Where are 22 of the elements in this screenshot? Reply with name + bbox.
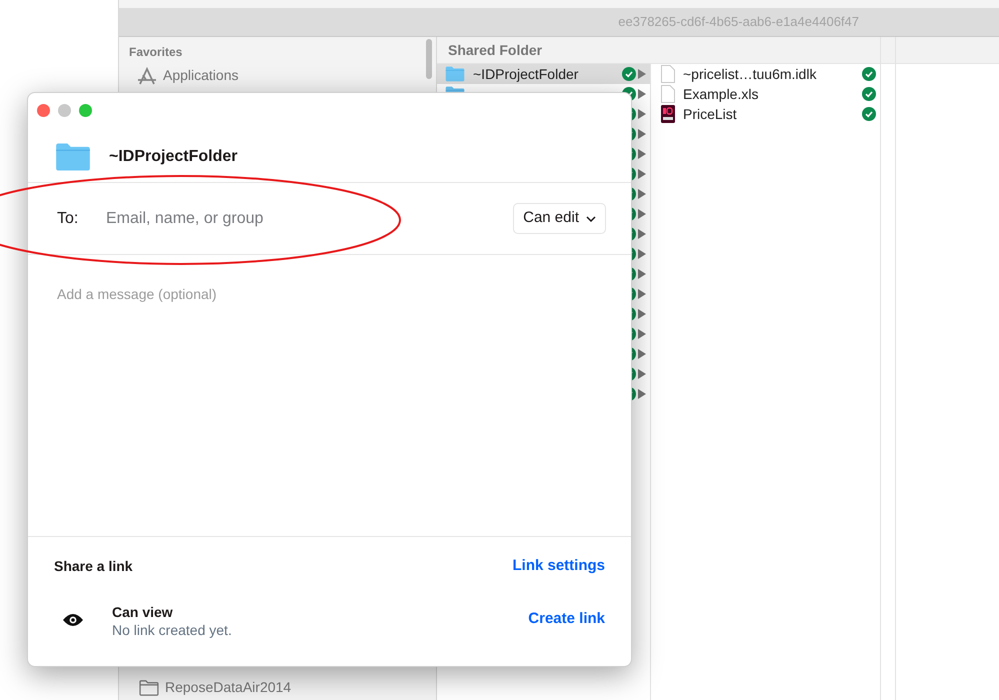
sidebar-heading: Favorites	[129, 44, 184, 61]
access-label: Can view	[112, 602, 174, 622]
path-label: ee378265-cd6f-4b65-aab6-e1a4e4406f47	[618, 13, 859, 32]
folder-name: ~IDProjectFolder	[473, 66, 580, 82]
create-link[interactable]: Create link	[528, 608, 605, 631]
message-field[interactable]: Add a message (optional)	[28, 255, 631, 536]
link-status: No link created yet.	[112, 622, 233, 638]
file-name: PriceList	[683, 106, 738, 122]
file-row[interactable]: PriceList	[651, 104, 880, 124]
share-heading: Share a link	[54, 556, 133, 576]
file-row[interactable]: Example.xls	[651, 84, 880, 104]
column-heading: Shared Folder	[437, 37, 999, 64]
sidebar-item[interactable]: Applications	[137, 65, 436, 86]
file-name: Example.xls	[683, 86, 760, 102]
link-settings-link[interactable]: Link settings	[512, 555, 605, 578]
permission-dropdown[interactable]: Can edit	[513, 203, 606, 234]
folder-row[interactable]: ~IDProjectFolder	[437, 64, 650, 84]
folder-title: ~IDProjectFolder	[109, 146, 238, 166]
to-label: To:	[57, 208, 80, 228]
file-name: ~pricelist…tuu6m.idlk	[683, 66, 818, 82]
file-row[interactable]: ~pricelist…tuu6m.idlk	[651, 64, 880, 84]
sidebar-item[interactable]: ReposeDataAir2014	[139, 677, 436, 698]
